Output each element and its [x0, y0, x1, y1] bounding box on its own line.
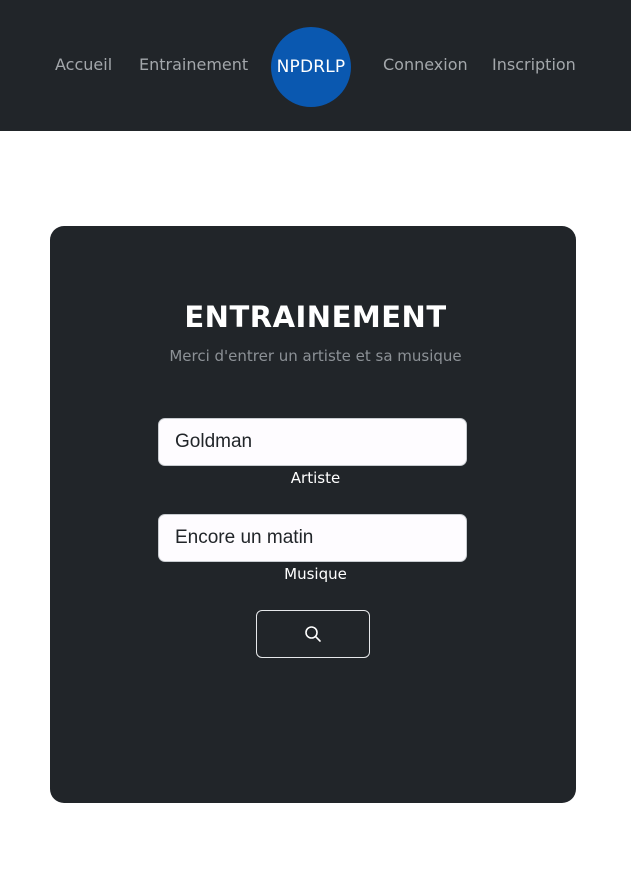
page-title: ENTRAINEMENT: [184, 300, 447, 334]
nav-link-accueil[interactable]: Accueil: [55, 54, 112, 76]
music-label: Musique: [284, 565, 347, 583]
music-input[interactable]: [158, 514, 467, 562]
search-button[interactable]: [256, 610, 370, 658]
artist-label: Artiste: [290, 469, 341, 487]
navbar: Accueil Entrainement NPDRLP Connexion In…: [0, 0, 631, 131]
nav-link-inscription[interactable]: Inscription: [492, 54, 576, 76]
nav-link-entrainement[interactable]: Entrainement: [139, 54, 248, 76]
search-icon: [305, 626, 321, 642]
artist-input[interactable]: [158, 418, 467, 466]
logo[interactable]: NPDRLP: [271, 27, 351, 107]
nav-link-connexion[interactable]: Connexion: [383, 54, 468, 76]
logo-text: NPDRLP: [276, 57, 346, 77]
page-subtitle: Merci d'entrer un artiste et sa musique: [169, 347, 462, 365]
